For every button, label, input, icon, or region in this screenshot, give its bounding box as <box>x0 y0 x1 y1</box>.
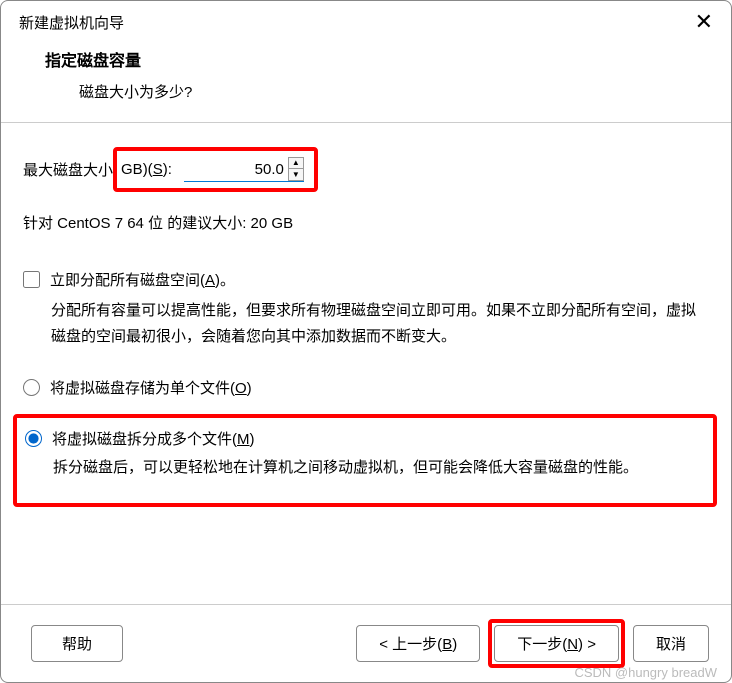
content-area: 最大磁盘大小 GB)(S): ▲ ▼ 针对 CentOS 7 64 位 的建议大… <box>1 123 731 517</box>
store-single-radio[interactable] <box>23 379 40 396</box>
store-single-row[interactable]: 将虚拟磁盘存储为单个文件(O) <box>23 377 709 398</box>
store-split-label: 将虚拟磁盘拆分成多个文件(M) <box>52 428 255 449</box>
store-single-label: 将虚拟磁盘存储为单个文件(O) <box>50 377 252 398</box>
header-section: 指定磁盘容量 磁盘大小为多少? <box>1 39 731 123</box>
spinner-down-icon[interactable]: ▼ <box>289 169 303 180</box>
spinner-up-icon[interactable]: ▲ <box>289 158 303 169</box>
back-button[interactable]: < 上一步(B) <box>356 625 480 662</box>
allocate-now-row[interactable]: 立即分配所有磁盘空间(A)。 <box>23 269 709 290</box>
store-split-highlight: 将虚拟磁盘拆分成多个文件(M) 拆分磁盘后，可以更轻松地在计算机之间移动虚拟机，… <box>13 414 717 507</box>
next-button-highlight: 下一步(N) > <box>488 619 625 668</box>
titlebar: 新建虚拟机向导 ✕ <box>1 1 731 39</box>
disk-size-label: 最大磁盘大小 <box>23 159 113 180</box>
disk-size-spinner: ▲ ▼ <box>184 157 304 182</box>
disk-size-row: 最大磁盘大小 GB)(S): ▲ ▼ <box>23 147 709 192</box>
store-split-row[interactable]: 将虚拟磁盘拆分成多个文件(M) <box>25 428 705 449</box>
close-icon[interactable]: ✕ <box>691 9 717 35</box>
store-split-description: 拆分磁盘后，可以更轻松地在计算机之间移动虚拟机，但可能会降低大容量磁盘的性能。 <box>53 455 705 481</box>
disk-size-input[interactable] <box>184 157 288 181</box>
cancel-button[interactable]: 取消 <box>633 625 709 662</box>
allocate-now-description: 分配所有容量可以提高性能，但要求所有物理磁盘空间立即可用。如果不立即分配所有空间… <box>51 298 709 349</box>
allocate-now-label: 立即分配所有磁盘空间(A)。 <box>50 269 235 290</box>
wizard-dialog: 新建虚拟机向导 ✕ 指定磁盘容量 磁盘大小为多少? 最大磁盘大小 GB)(S):… <box>0 0 732 683</box>
spinner-arrows: ▲ ▼ <box>288 157 304 181</box>
footer: 帮助 < 上一步(B) 下一步(N) > 取消 <box>1 604 731 682</box>
disk-size-unit: GB)(S): <box>121 161 172 178</box>
store-split-radio[interactable] <box>25 430 42 447</box>
page-subheading: 磁盘大小为多少? <box>45 81 713 102</box>
disk-size-highlight: GB)(S): ▲ ▼ <box>113 147 318 192</box>
next-button[interactable]: 下一步(N) > <box>494 625 619 662</box>
dialog-title: 新建虚拟机向导 <box>19 12 124 33</box>
recommended-size-text: 针对 CentOS 7 64 位 的建议大小: 20 GB <box>23 212 709 233</box>
allocate-now-checkbox[interactable] <box>23 271 40 288</box>
help-button[interactable]: 帮助 <box>31 625 123 662</box>
page-heading: 指定磁盘容量 <box>45 47 713 71</box>
